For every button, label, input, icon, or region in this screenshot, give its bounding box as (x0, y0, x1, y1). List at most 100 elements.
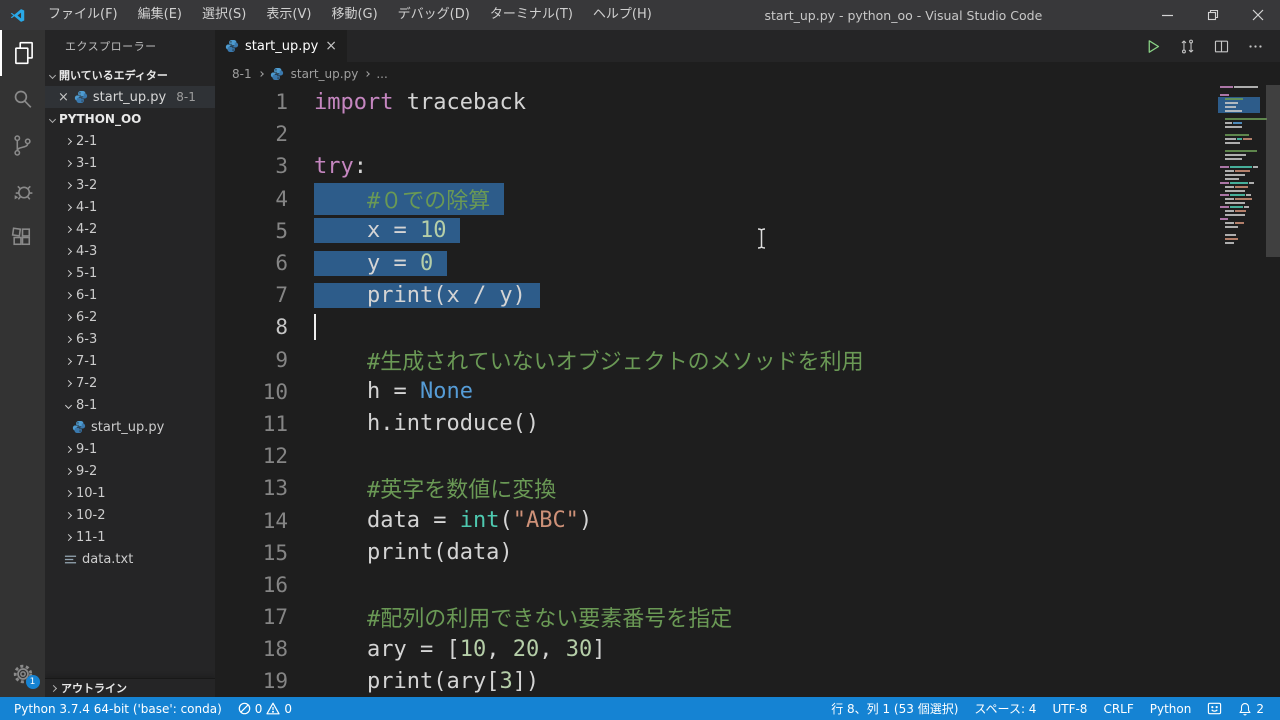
code-line-6[interactable]: 6 y = 0 (215, 247, 1218, 279)
code-line-15[interactable]: 15 print(data) (215, 537, 1218, 569)
tree-item-8-1[interactable]: 8-1 (45, 394, 215, 416)
line-number[interactable]: 1 (215, 90, 314, 114)
source-control-icon[interactable] (0, 122, 45, 168)
code-line-2[interactable]: 2 (215, 118, 1218, 150)
line-number[interactable]: 15 (215, 541, 314, 565)
tree-item-9-1[interactable]: 9-1 (45, 438, 215, 460)
code-line-9[interactable]: 9 #生成されていないオブジェクトのメソッドを利用 (215, 344, 1218, 376)
code-line-4[interactable]: 4 #０での除算 (215, 182, 1218, 215)
menu-選択[interactable]: 選択(S) (192, 0, 256, 30)
tree-item-data.txt[interactable]: data.txt (45, 548, 215, 570)
line-number[interactable]: 5 (215, 219, 314, 243)
menu-ヘルプ[interactable]: ヘルプ(H) (583, 0, 662, 30)
line-number[interactable]: 13 (215, 476, 314, 500)
scrollbar-thumb[interactable] (1266, 85, 1280, 257)
code-line-18[interactable]: 18 ary = [10, 20, 30] (215, 633, 1218, 665)
line-number[interactable]: 3 (215, 154, 314, 178)
tree-item-10-2[interactable]: 10-2 (45, 504, 215, 526)
line-number[interactable]: 12 (215, 444, 314, 468)
tree-item-6-3[interactable]: 6-3 (45, 328, 215, 350)
code-line-19[interactable]: 19 print(ary[3]) (215, 665, 1218, 697)
line-number[interactable]: 8 (215, 315, 314, 339)
menu-表示[interactable]: 表示(V) (256, 0, 321, 30)
code-area[interactable]: 1 import traceback 2 3 try: 4 #０での除算 5 x = 10 6… (215, 86, 1218, 697)
tree-item-7-1[interactable]: 7-1 (45, 350, 215, 372)
close-icon[interactable]: × (58, 91, 69, 104)
breadcrumb-folder[interactable]: 8-1 (232, 67, 252, 81)
tree-item-6-2[interactable]: 6-2 (45, 306, 215, 328)
code-line-12[interactable]: 12 (215, 440, 1218, 472)
code-line-16[interactable]: 16 (215, 569, 1218, 601)
split-editor-icon[interactable] (1213, 38, 1230, 55)
tree-item-3-1[interactable]: 3-1 (45, 152, 215, 174)
menu-デバッグ[interactable]: デバッグ(D) (388, 0, 480, 30)
line-number[interactable]: 4 (215, 187, 314, 211)
open-changes-icon[interactable] (1179, 38, 1196, 55)
line-number[interactable]: 2 (215, 122, 314, 146)
code-line-7[interactable]: 7 print(x / y) (215, 279, 1218, 311)
menu-移動[interactable]: 移動(G) (321, 0, 387, 30)
code-line-14[interactable]: 14 data = int("ABC") (215, 504, 1218, 536)
close-button[interactable] (1235, 0, 1280, 30)
python-interpreter[interactable]: Python 3.7.4 64-bit ('base': conda) (6, 697, 230, 720)
tree-item-9-2[interactable]: 9-2 (45, 460, 215, 482)
minimize-button[interactable] (1145, 0, 1190, 30)
menu-編集[interactable]: 編集(E) (128, 0, 192, 30)
tree-item-7-2[interactable]: 7-2 (45, 372, 215, 394)
problems-status[interactable]: 0 0 (230, 697, 300, 720)
tree-item-4-2[interactable]: 4-2 (45, 218, 215, 240)
feedback-smiley-icon[interactable] (1199, 697, 1230, 720)
tree-item-10-1[interactable]: 10-1 (45, 482, 215, 504)
menu-ファイル[interactable]: ファイル(F) (38, 0, 128, 30)
notifications-bell[interactable]: 2 (1230, 697, 1272, 720)
tab-close-icon[interactable]: × (325, 39, 337, 53)
line-number[interactable]: 16 (215, 573, 314, 597)
line-number[interactable]: 7 (215, 283, 314, 307)
line-number[interactable]: 6 (215, 251, 314, 275)
line-number[interactable]: 18 (215, 637, 314, 661)
search-icon[interactable] (0, 76, 45, 122)
language-mode[interactable]: Python (1142, 697, 1200, 720)
restore-button[interactable] (1190, 0, 1235, 30)
tree-item-6-1[interactable]: 6-1 (45, 284, 215, 306)
tree-item-start_up.py[interactable]: start_up.py (45, 416, 215, 438)
encoding[interactable]: UTF-8 (1044, 697, 1095, 720)
outline-header[interactable]: アウトライン (45, 678, 215, 697)
eol-sequence[interactable]: CRLF (1095, 697, 1141, 720)
code-line-5[interactable]: 5 x = 10 (215, 215, 1218, 247)
tree-item-4-1[interactable]: 4-1 (45, 196, 215, 218)
line-number[interactable]: 10 (215, 380, 314, 404)
menu-ターミナル[interactable]: ターミナル(T) (480, 0, 583, 30)
open-editors-header[interactable]: 開いているエディター (45, 64, 215, 86)
line-number[interactable]: 9 (215, 348, 314, 372)
tree-item-5-1[interactable]: 5-1 (45, 262, 215, 284)
cursor-position[interactable]: 行 8、列 1 (53 個選択) (823, 697, 966, 720)
code-line-11[interactable]: 11 h.introduce() (215, 408, 1218, 440)
tree-item-11-1[interactable]: 11-1 (45, 526, 215, 548)
line-number[interactable]: 14 (215, 509, 314, 533)
minimap[interactable] (1218, 86, 1267, 246)
line-number[interactable]: 17 (215, 605, 314, 629)
run-icon[interactable] (1145, 38, 1162, 55)
tab-start-up-py[interactable]: start_up.py × (215, 30, 347, 62)
tree-item-2-1[interactable]: 2-1 (45, 130, 215, 152)
line-number[interactable]: 19 (215, 669, 314, 693)
explorer-icon[interactable] (0, 30, 45, 76)
code-line-1[interactable]: 1 import traceback (215, 86, 1218, 118)
breadcrumb-more[interactable]: ... (376, 67, 387, 81)
code-line-3[interactable]: 3 try: (215, 150, 1218, 182)
debug-icon[interactable] (0, 168, 45, 214)
tree-item-4-3[interactable]: 4-3 (45, 240, 215, 262)
extensions-icon[interactable] (0, 214, 45, 260)
tree-item-3-2[interactable]: 3-2 (45, 174, 215, 196)
more-actions-icon[interactable] (1247, 38, 1264, 55)
code-line-10[interactable]: 10 h = None (215, 376, 1218, 408)
code-line-17[interactable]: 17 #配列の利用できない要素番号を指定 (215, 601, 1218, 633)
code-line-8[interactable]: 8 (215, 311, 1218, 343)
indentation[interactable]: スペース: 4 (966, 697, 1044, 720)
breadcrumb-file[interactable]: start_up.py (291, 67, 359, 81)
code-line-13[interactable]: 13 #英字を数値に変換 (215, 472, 1218, 504)
open-editor-item[interactable]: × start_up.py 8-1 (45, 86, 215, 108)
line-number[interactable]: 11 (215, 412, 314, 436)
folder-header[interactable]: PYTHON_OO (45, 108, 215, 130)
